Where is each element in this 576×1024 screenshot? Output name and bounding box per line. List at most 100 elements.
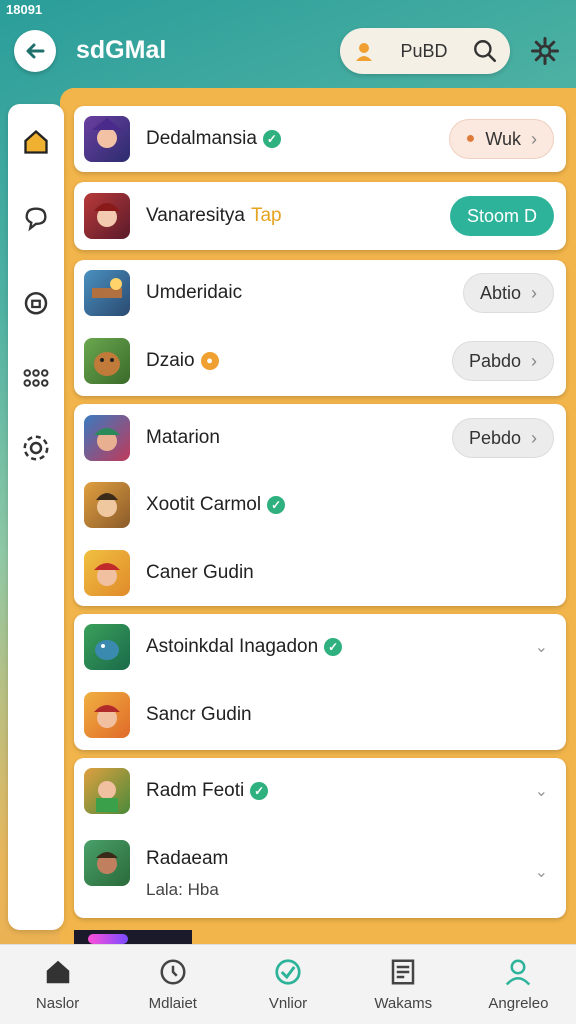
sidebar-item-home[interactable] bbox=[8, 120, 64, 164]
row-action-button[interactable]: Pabdo › bbox=[451, 341, 554, 381]
row-tag: Tap bbox=[250, 205, 282, 226]
check-circle-icon bbox=[275, 959, 301, 985]
nav-label: Mdlaiet bbox=[148, 995, 197, 1012]
avatar bbox=[84, 116, 130, 162]
list-item[interactable]: Caner Gudin bbox=[74, 542, 566, 604]
settings-icon bbox=[23, 435, 49, 461]
row-title: Vanaresitya Tap bbox=[146, 205, 282, 227]
user-icon bbox=[356, 43, 372, 61]
row-title: Astoinkdal Inagadon ✓ bbox=[146, 636, 343, 658]
list-item[interactable]: Xootit Carmol ✓ bbox=[74, 474, 566, 536]
list-item[interactable]: Radaeam Lala: Hba ⌄ bbox=[74, 834, 566, 914]
row-title: Xootit Carmol ✓ bbox=[146, 494, 286, 516]
document-icon bbox=[391, 959, 415, 985]
row-title-text: Astoinkdal Inagadon bbox=[146, 636, 319, 657]
row-title: Dedalmansia ✓ bbox=[146, 128, 281, 150]
search-bar[interactable]: PuBD bbox=[340, 28, 510, 74]
chevron-right-icon: › bbox=[531, 282, 537, 303]
nav-item-calls[interactable]: Mdlaiet bbox=[115, 945, 230, 1024]
row-title: Sancr Gudin bbox=[146, 704, 252, 726]
row-title: Umderidaic bbox=[146, 282, 242, 304]
row-action-button[interactable]: Stoom D bbox=[450, 196, 554, 236]
settings-button[interactable] bbox=[528, 34, 562, 68]
nav-label: Vnlior bbox=[268, 995, 308, 1012]
list-item[interactable]: Radm Feoti ✓ ⌄ bbox=[74, 760, 566, 822]
nav-item-documents[interactable]: Wakams bbox=[346, 945, 461, 1024]
status-time: 18091 bbox=[6, 2, 43, 17]
avatar bbox=[84, 692, 130, 738]
chevron-down-icon[interactable]: ⌄ bbox=[535, 781, 548, 801]
chat-icon bbox=[25, 207, 47, 232]
row-title-text: Caner Gudin bbox=[146, 562, 254, 583]
row-title: Caner Gudin bbox=[146, 562, 254, 584]
avatar bbox=[84, 482, 130, 528]
avatar bbox=[84, 768, 130, 814]
app-title: sdGMal bbox=[76, 36, 167, 64]
avatar bbox=[84, 415, 130, 461]
lock-icon: ● bbox=[465, 130, 476, 147]
row-title-text: Matarion bbox=[146, 427, 220, 448]
avatar bbox=[84, 624, 130, 670]
list-item[interactable]: Dedalmansia ✓ ● Wuk › bbox=[74, 108, 566, 170]
button-label: Wuk bbox=[485, 128, 521, 149]
chevron-right-icon: › bbox=[531, 128, 537, 149]
badge-icon: ● bbox=[200, 352, 219, 370]
row-title: Radm Feoti ✓ bbox=[146, 780, 269, 802]
row-action-button[interactable]: Abtio › bbox=[462, 273, 554, 313]
sidebar-item-chat[interactable] bbox=[8, 196, 64, 240]
chevron-right-icon: › bbox=[531, 350, 537, 371]
profile-icon bbox=[506, 959, 531, 986]
button-label: Pabdo bbox=[468, 350, 521, 371]
nav-item-verified[interactable]: Vnlior bbox=[230, 945, 345, 1024]
row-title-text: Dedalmansia bbox=[146, 128, 257, 149]
list-card: Vanaresitya Tap Stoom D bbox=[74, 182, 566, 250]
row-action-button[interactable]: Pebdo › bbox=[451, 418, 554, 458]
sidebar-item-settings[interactable] bbox=[8, 426, 64, 470]
row-title-text: Vanaresitya bbox=[146, 205, 245, 226]
row-title-text: Radaeam bbox=[146, 848, 229, 869]
list-card: Astoinkdal Inagadon ✓ ⌄ Sancr Gudin bbox=[74, 614, 566, 750]
list-item[interactable]: Sancr Gudin bbox=[74, 684, 566, 746]
home-icon bbox=[46, 960, 69, 984]
nav-label: Wakams bbox=[374, 995, 433, 1012]
sidebar-item-lock[interactable] bbox=[8, 280, 64, 324]
verified-icon: ✓ bbox=[262, 130, 281, 148]
chevron-down-icon[interactable]: ⌄ bbox=[535, 637, 548, 657]
row-title: Dzaio ● bbox=[146, 350, 219, 372]
list-item[interactable]: Umderidaic Abtio › bbox=[74, 262, 566, 324]
search-icon[interactable] bbox=[472, 38, 498, 64]
verified-icon: ✓ bbox=[250, 782, 269, 800]
avatar bbox=[84, 193, 130, 239]
avatar bbox=[84, 270, 130, 316]
button-label: Pebdo bbox=[468, 427, 521, 448]
row-subtitle: Lala: Hba bbox=[146, 880, 219, 899]
sidebar-item-grid[interactable] bbox=[8, 356, 64, 400]
row-title-text: Dzaio bbox=[146, 350, 195, 371]
avatar bbox=[84, 840, 130, 886]
list-card: Matarion Pebdo › Xootit Carmol ✓ Caner G… bbox=[74, 404, 566, 606]
search-label: PuBD bbox=[400, 40, 448, 61]
button-label: Abtio bbox=[479, 282, 521, 303]
nav-item-profile[interactable]: Angreleo bbox=[461, 945, 576, 1024]
clock-phone-icon bbox=[160, 959, 186, 985]
nav-label: Angreleo bbox=[488, 995, 549, 1012]
row-title-text: Radm Feoti bbox=[146, 780, 245, 801]
list-item[interactable]: Vanaresitya Tap Stoom D bbox=[74, 185, 566, 247]
nav-item-home[interactable]: Naslor bbox=[0, 945, 115, 1024]
home-icon bbox=[24, 129, 48, 154]
button-label: Stoom D bbox=[466, 205, 538, 226]
list-item[interactable]: Astoinkdal Inagadon ✓ ⌄ bbox=[74, 616, 566, 678]
row-title-text: Sancr Gudin bbox=[146, 704, 252, 725]
row-action-button[interactable]: ● Wuk › bbox=[448, 119, 554, 159]
gear-icon bbox=[531, 37, 559, 65]
verified-icon: ✓ bbox=[324, 638, 343, 656]
avatar bbox=[84, 338, 130, 384]
back-button[interactable] bbox=[14, 30, 56, 72]
chevron-down-icon[interactable]: ⌄ bbox=[535, 862, 548, 882]
list-item[interactable]: Matarion Pebdo › bbox=[74, 407, 566, 469]
sidebar bbox=[8, 104, 64, 930]
list-card: Umderidaic Abtio › Dzaio ● Pabdo › bbox=[74, 260, 566, 396]
verified-icon: ✓ bbox=[267, 496, 286, 514]
list-item[interactable]: Dzaio ● Pabdo › bbox=[74, 330, 566, 392]
nav-label: Naslor bbox=[35, 995, 80, 1012]
